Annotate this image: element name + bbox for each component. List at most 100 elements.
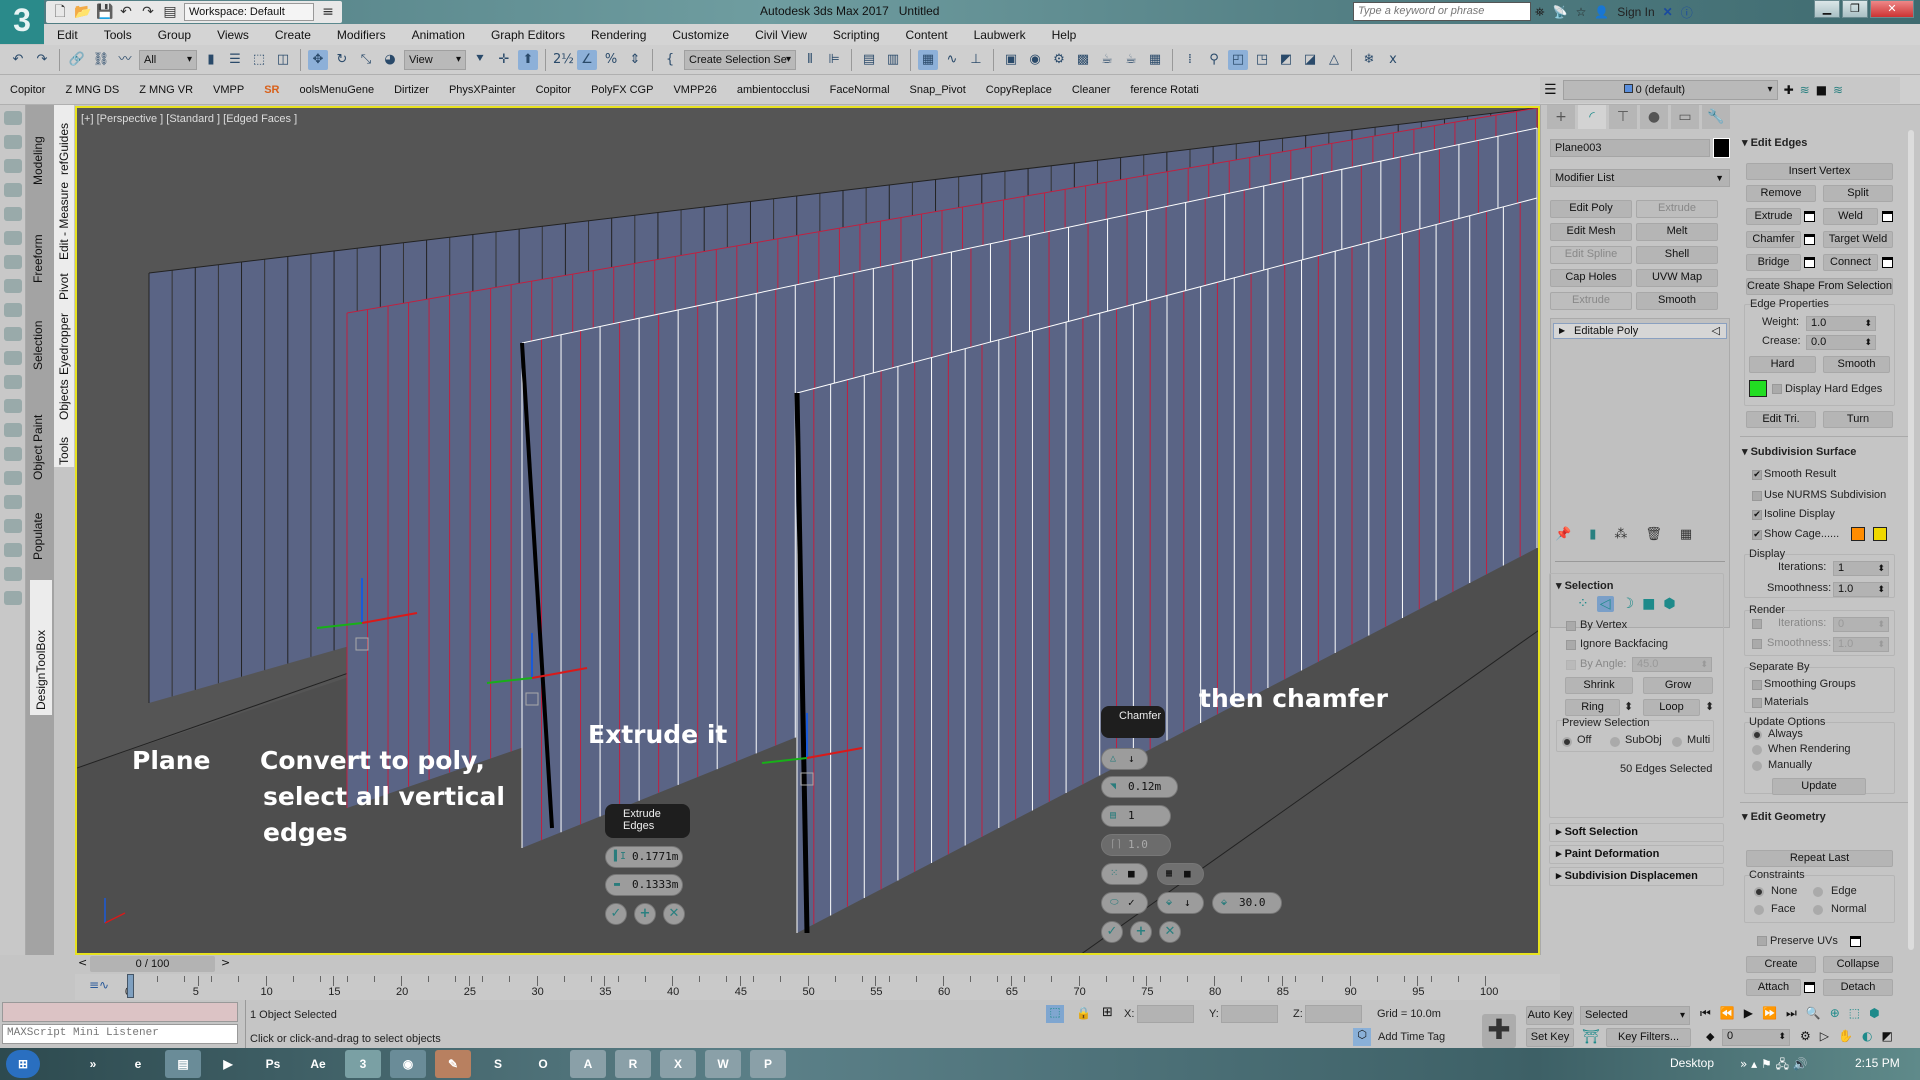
taskbar-more-icon[interactable]: »	[75, 1050, 111, 1078]
place-icon[interactable]: ◕	[380, 50, 400, 70]
insert-vertex-button[interactable]: Insert Vertex	[1746, 163, 1893, 180]
undo-icon[interactable]: ↶	[8, 50, 28, 70]
taskbar-ae-icon[interactable]: Ae	[300, 1050, 336, 1078]
design-toolbox-label[interactable]: DesignToolBox	[34, 630, 48, 710]
taskbar-media-icon[interactable]: ▶	[210, 1050, 246, 1078]
loop-spinner[interactable]: ⬍	[1705, 700, 1714, 713]
preserve-uvs-settings-icon[interactable]	[1850, 936, 1861, 947]
zoom-icon[interactable]: 🔍	[1806, 1006, 1821, 1021]
menu-scripting[interactable]: Scripting	[820, 28, 893, 42]
binoculars-icon[interactable]: ⛯	[1535, 5, 1545, 20]
favorites-star-icon[interactable]: ☆	[1576, 5, 1587, 19]
redo-icon[interactable]: ↷	[140, 4, 156, 20]
smooth-button[interactable]: Smooth	[1823, 356, 1890, 373]
pin-stack-icon[interactable]: 📌	[1555, 527, 1571, 542]
undo-icon[interactable]: ↶	[118, 4, 134, 20]
render-smoothness-spinner[interactable]: 1.0	[1833, 637, 1889, 652]
x-coordinate-field[interactable]	[1137, 1005, 1194, 1023]
by-angle-checkbox[interactable]	[1566, 660, 1576, 670]
render-iterative-icon[interactable]: ☕	[1121, 50, 1141, 70]
hierarchy-tab-icon[interactable]: ⊤	[1609, 105, 1637, 129]
link-icon[interactable]: 🔗	[67, 50, 87, 70]
ribbon-subtab-edit-measure[interactable]: Edit - Measure	[57, 182, 71, 260]
attach-button[interactable]: Attach	[1746, 979, 1801, 996]
repeat-last-button[interactable]: Repeat Last	[1746, 850, 1893, 867]
edit-named-selection-icon[interactable]: {	[660, 50, 680, 70]
modifier-button-shell[interactable]: Shell	[1636, 246, 1718, 264]
border-mode-icon[interactable]: ☽	[1622, 596, 1635, 612]
preview-off-radio[interactable]	[1562, 737, 1572, 747]
snap-axis-icon[interactable]: x	[1383, 50, 1403, 70]
weld-button[interactable]: Weld	[1823, 208, 1878, 225]
menu-create[interactable]: Create	[262, 28, 324, 42]
use-nurms-checkbox[interactable]	[1752, 491, 1762, 501]
open-file-icon[interactable]: 📂	[74, 4, 91, 20]
ribbon-tab-modeling[interactable]: Modeling	[31, 136, 45, 185]
edit-tri-button[interactable]: Edit Tri.	[1746, 411, 1816, 428]
render-iterations-spinner[interactable]: 0	[1833, 617, 1889, 632]
chamfer-type-dropdown[interactable]: △ ↓	[1101, 748, 1148, 770]
stack-item-editable-poly[interactable]: ▶ Editable Poly ◁	[1553, 323, 1727, 339]
ok-button[interactable]: ✓	[1101, 921, 1123, 943]
plugin-button-cleaner[interactable]: Cleaner	[1062, 84, 1121, 96]
rollout-toggle-edit-edges[interactable]: ▾ Edit Edges	[1742, 136, 1807, 149]
scale-icon[interactable]: ⤡	[356, 50, 376, 70]
remove-button[interactable]: Remove	[1746, 185, 1816, 202]
current-frame-spinner[interactable]: 0	[1722, 1029, 1790, 1046]
window-crossing-icon[interactable]: ◫	[273, 50, 293, 70]
menu-animation[interactable]: Animation	[399, 28, 478, 42]
current-frame-marker[interactable]	[127, 974, 134, 998]
menu-laubwerk[interactable]: Laubwerk	[961, 28, 1039, 42]
snap-face-icon[interactable]: ◩	[1276, 50, 1296, 70]
modifier-button-extrude[interactable]: Extrude	[1636, 200, 1718, 218]
plugin-button-dirtizer[interactable]: Dirtizer	[384, 84, 439, 96]
make-unique-icon[interactable]: ⁂	[1614, 527, 1627, 542]
reference-coordinate-dropdown[interactable]: View	[404, 49, 466, 70]
create-tab-icon[interactable]: +	[1547, 105, 1575, 129]
menu-rendering[interactable]: Rendering	[578, 28, 659, 42]
plugin-button-copitor[interactable]: Copitor	[526, 84, 581, 96]
search-input[interactable]: Type a keyword or phrase	[1353, 2, 1531, 21]
materials-checkbox[interactable]	[1752, 698, 1762, 708]
snap-freeze-icon[interactable]: ❄	[1359, 50, 1379, 70]
extrude-height-field[interactable]: ▌I 0.1771m	[605, 846, 683, 868]
rollout-soft-selection[interactable]: ▸ Soft Selection	[1549, 823, 1724, 842]
cage-color-swatch[interactable]	[1851, 527, 1865, 541]
utilities-tab-icon[interactable]: 🔧	[1702, 105, 1730, 129]
connect-settings-icon[interactable]	[1882, 257, 1893, 268]
weight-spinner[interactable]: 1.0	[1806, 316, 1876, 331]
taskbar-powerpoint-icon[interactable]: P	[750, 1050, 786, 1078]
rollout-paint-deformation[interactable]: ▸ Paint Deformation	[1549, 845, 1724, 864]
sphere-icon[interactable]	[4, 255, 22, 269]
by-angle-spinner[interactable]: 45.0	[1632, 657, 1712, 672]
menu-tools[interactable]: Tools	[91, 28, 145, 42]
rollout-toggle-edit-geometry[interactable]: ▾ Edit Geometry	[1742, 810, 1826, 823]
zoom-all-icon[interactable]: ⊕	[1830, 1006, 1840, 1021]
snap-edge-icon[interactable]: ◳	[1252, 50, 1272, 70]
vertex-mode-icon[interactable]: ⁘	[1577, 596, 1589, 612]
tree-icon[interactable]	[4, 471, 22, 485]
modifier-button-melt[interactable]: Melt	[1636, 223, 1718, 241]
extrude-caddy-title[interactable]: Extrude Edges	[605, 804, 690, 838]
grow-button[interactable]: Grow	[1643, 677, 1713, 694]
display-hard-edges-checkbox[interactable]	[1772, 384, 1782, 394]
taskbar-chrome-icon[interactable]: ◉	[390, 1050, 426, 1078]
named-selection-dropdown[interactable]: Create Selection Se	[684, 49, 796, 70]
extrude-button[interactable]: Extrude	[1746, 208, 1801, 225]
isoline-display-checkbox[interactable]: ✔	[1752, 510, 1762, 520]
maximize-viewport-icon[interactable]: ◩	[1881, 1029, 1892, 1043]
light-icon[interactable]	[4, 207, 22, 221]
plugin-button-z-mng-ds[interactable]: Z MNG DS	[55, 84, 129, 96]
maximize-button[interactable]: ❐	[1842, 0, 1868, 18]
zoom-extents-icon[interactable]: ⬚	[1849, 1006, 1860, 1021]
taskbar-excel-icon[interactable]: X	[660, 1050, 696, 1078]
plugin-button-vmpp[interactable]: VMPP	[203, 84, 254, 96]
layer-settings-icon[interactable]: ≋	[1833, 83, 1843, 97]
key-mode-toggle-icon[interactable]: ◆	[1706, 1030, 1714, 1043]
split-button[interactable]: Split	[1823, 185, 1893, 202]
extrude-settings-icon[interactable]	[1804, 211, 1815, 222]
mirror-icon[interactable]: ⫴	[800, 50, 820, 70]
display-smoothness-spinner[interactable]: 1.0	[1833, 582, 1889, 597]
layer-stack-icon[interactable]: ≋	[1800, 83, 1810, 97]
app-logo[interactable]: 3	[0, 0, 44, 44]
